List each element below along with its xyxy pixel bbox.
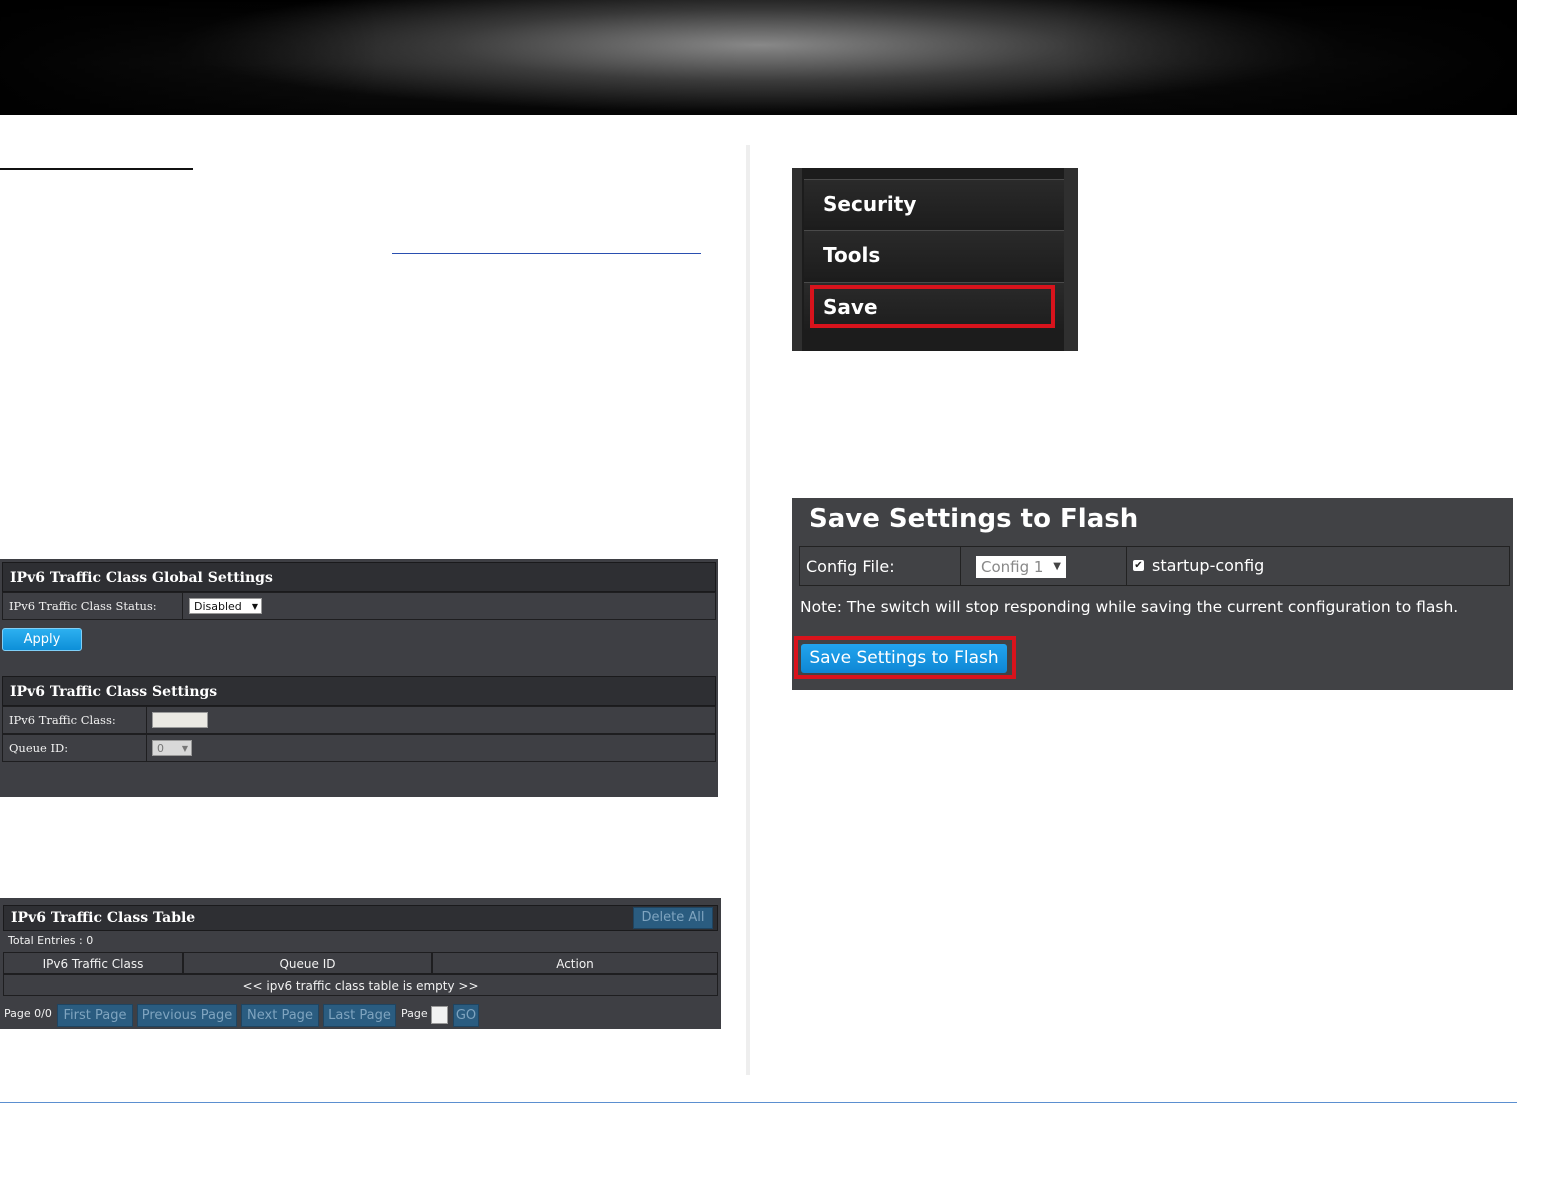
status-row: IPv6 Traffic Class Status: Disabled ▼: [2, 592, 716, 620]
queue-id-label: Queue ID:: [9, 741, 69, 755]
save-note: Note: The switch will stop responding wh…: [800, 598, 1459, 616]
queue-id-select[interactable]: 0 ▼: [152, 740, 192, 756]
chevron-down-icon: ▼: [181, 744, 188, 753]
global-settings-header: IPv6 Traffic Class Global Settings: [2, 562, 716, 592]
config-file-row: Config File: Config 1 ▼ ✔ startup-config: [799, 546, 1510, 586]
save-button-highlight: [794, 636, 1016, 679]
ipv6-traffic-class-settings-screenshot: IPv6 Traffic Class Global Settings IPv6 …: [0, 559, 718, 797]
traffic-class-row: IPv6 Traffic Class:: [2, 706, 716, 734]
status-select[interactable]: Disabled ▼: [189, 598, 262, 614]
menu-item-security[interactable]: Security: [804, 179, 1064, 227]
next-page-button[interactable]: Next Page: [241, 1004, 319, 1027]
config-file-select[interactable]: Config 1 ▼: [976, 556, 1066, 578]
startup-config-label: startup-config: [1152, 556, 1265, 575]
column-divider: [746, 145, 750, 1075]
save-menu-highlight: [810, 285, 1055, 328]
column-header-action: Action: [432, 952, 718, 974]
traffic-class-input[interactable]: [152, 712, 208, 728]
table-header: IPv6 Traffic Class Table: [3, 905, 718, 931]
previous-page-button[interactable]: Previous Page: [137, 1004, 237, 1027]
column-header-class: IPv6 Traffic Class: [3, 952, 183, 974]
chevron-down-icon: ▼: [1053, 561, 1061, 572]
section-underline: [0, 168, 193, 170]
page-number-input[interactable]: [431, 1006, 448, 1024]
last-page-button[interactable]: Last Page: [323, 1004, 396, 1027]
settings-header: IPv6 Traffic Class Settings: [2, 676, 716, 706]
column-header-queue: Queue ID: [183, 952, 432, 974]
page-status: Page 0/0: [4, 1007, 52, 1020]
traffic-class-label: IPv6 Traffic Class:: [9, 713, 116, 727]
header-banner: [0, 0, 1517, 115]
config-file-label: Config File:: [806, 557, 895, 576]
chevron-down-icon: ▼: [251, 602, 258, 611]
total-entries: Total Entries : 0: [8, 934, 94, 947]
footer-rule: [0, 1102, 1517, 1103]
hyperlink-underline: [392, 253, 701, 254]
menu-item-tools[interactable]: Tools: [804, 230, 1064, 278]
status-label: IPv6 Traffic Class Status:: [9, 599, 157, 613]
delete-all-button[interactable]: Delete All: [633, 907, 713, 929]
startup-config-checkbox[interactable]: ✔: [1133, 560, 1144, 571]
page-label: Page: [401, 1007, 428, 1020]
first-page-button[interactable]: First Page: [57, 1004, 133, 1027]
empty-table-message: << ipv6 traffic class table is empty >>: [3, 974, 718, 996]
go-button[interactable]: GO: [453, 1004, 479, 1027]
apply-button[interactable]: Apply: [2, 628, 82, 651]
save-panel-title: Save Settings to Flash: [809, 504, 1139, 534]
queue-id-row: Queue ID: 0 ▼: [2, 734, 716, 762]
